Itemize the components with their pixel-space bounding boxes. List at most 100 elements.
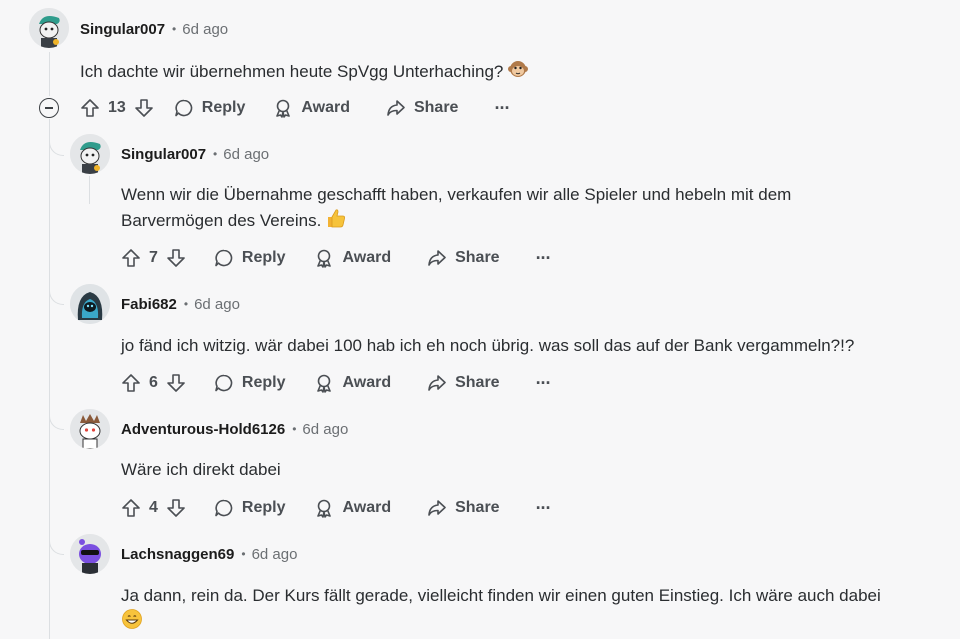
reply-button[interactable]: Reply bbox=[214, 248, 286, 268]
vote-control: 6 bbox=[121, 373, 186, 393]
monkey-face-icon bbox=[507, 58, 529, 87]
comment-bubble-icon bbox=[215, 374, 233, 392]
share-button[interactable]: Share bbox=[427, 248, 500, 268]
thread-elbow bbox=[49, 526, 64, 555]
author-link[interactable]: Singular007 bbox=[121, 146, 206, 163]
share-icon bbox=[387, 100, 405, 116]
timestamp[interactable]: 6d ago bbox=[302, 421, 348, 438]
award-button[interactable]: Award bbox=[314, 498, 391, 518]
timestamp[interactable]: 6d ago bbox=[223, 146, 269, 163]
vote-count: 6 bbox=[149, 374, 158, 391]
share-label: Share bbox=[413, 99, 459, 116]
comment-body: Wenn wir die Übernahme geschafft haben, … bbox=[121, 182, 871, 236]
comment-actions: 6 Reply Award Share ··· bbox=[121, 369, 552, 397]
upvote-icon[interactable] bbox=[121, 373, 141, 393]
separator-dot: • bbox=[292, 422, 297, 436]
timestamp[interactable]: 6d ago bbox=[182, 21, 228, 38]
collapse-thread-button[interactable] bbox=[39, 98, 59, 118]
comment-actions: 4 Reply Award Share ··· bbox=[121, 494, 552, 522]
share-icon bbox=[428, 500, 446, 516]
award-button[interactable]: Award bbox=[314, 248, 391, 268]
timestamp[interactable]: 6d ago bbox=[194, 296, 240, 313]
comment-text: jo fänd ich witzig. wär dabei 100 hab ic… bbox=[121, 336, 855, 355]
upvote-icon[interactable] bbox=[121, 248, 141, 268]
award-icon bbox=[317, 249, 332, 268]
avatar[interactable] bbox=[70, 534, 110, 574]
avatar-robot-icon bbox=[29, 8, 69, 48]
vote-count: 7 bbox=[149, 249, 158, 266]
reply-button[interactable]: Reply bbox=[214, 498, 286, 518]
more-options-button[interactable]: ··· bbox=[536, 248, 552, 269]
thread-elbow bbox=[49, 127, 64, 156]
vote-control: 7 bbox=[121, 248, 186, 268]
award-label: Award bbox=[301, 99, 350, 116]
author-link[interactable]: Lachsnaggen69 bbox=[121, 546, 234, 563]
reply-label: Reply bbox=[241, 499, 286, 516]
award-label: Award bbox=[342, 499, 392, 516]
vote-control: 13 bbox=[80, 98, 154, 118]
reply-button[interactable]: Reply bbox=[214, 373, 286, 393]
avatar-sunglasses-icon bbox=[70, 534, 110, 574]
comment-text: Wäre ich direkt dabei bbox=[121, 460, 281, 479]
thumbs-up-icon bbox=[325, 207, 347, 236]
upvote-icon[interactable] bbox=[121, 498, 141, 518]
comment-body: Ich dachte wir übernehmen heute SpVgg Un… bbox=[80, 58, 940, 87]
avatar[interactable] bbox=[70, 134, 110, 174]
share-label: Share bbox=[455, 374, 500, 391]
reply-label: Reply bbox=[201, 99, 246, 116]
comment-text: Wenn wir die Übernahme geschafft haben, … bbox=[121, 185, 792, 230]
award-icon bbox=[317, 374, 332, 393]
award-label: Award bbox=[342, 374, 392, 391]
author-link[interactable]: Adventurous-Hold6126 bbox=[121, 421, 285, 438]
comment-meta: Singular007 • 6d ago bbox=[80, 19, 228, 39]
avatar[interactable] bbox=[29, 8, 69, 48]
grinning-face-icon bbox=[121, 608, 143, 637]
avatar-robot-icon bbox=[70, 134, 110, 174]
share-button[interactable]: Share bbox=[427, 498, 500, 518]
downvote-icon[interactable] bbox=[166, 373, 186, 393]
separator-dot: • bbox=[213, 147, 218, 161]
upvote-icon[interactable] bbox=[80, 98, 100, 118]
award-icon bbox=[276, 99, 291, 118]
comment-body: Ja dann, rein da. Der Kurs fällt gerade,… bbox=[121, 583, 951, 637]
author-link[interactable]: Singular007 bbox=[80, 21, 165, 38]
thread-elbow bbox=[49, 401, 64, 430]
award-button[interactable]: Award bbox=[314, 373, 391, 393]
award-button[interactable]: Award bbox=[273, 98, 350, 118]
separator-dot: • bbox=[172, 22, 177, 36]
vote-count: 13 bbox=[108, 99, 126, 116]
award-icon bbox=[317, 499, 332, 518]
comment-meta: Singular007 • 6d ago bbox=[121, 144, 269, 164]
more-options-button[interactable]: ··· bbox=[535, 372, 552, 394]
share-button[interactable]: Share bbox=[386, 98, 458, 118]
comment-text: Ja dann, rein da. Der Kurs fällt gerade,… bbox=[121, 586, 881, 605]
more-options-icon: ··· bbox=[535, 372, 552, 393]
more-options-button[interactable]: ··· bbox=[535, 497, 552, 519]
comment-meta: Fabi682 • 6d ago bbox=[121, 294, 240, 314]
thread-line-root bbox=[49, 52, 50, 96]
separator-dot: • bbox=[183, 297, 189, 311]
avatar[interactable] bbox=[70, 284, 110, 324]
share-label: Share bbox=[455, 499, 500, 516]
more-options-button[interactable]: ··· bbox=[494, 98, 510, 119]
avatar-hooded-icon bbox=[70, 284, 110, 324]
more-options-icon: ··· bbox=[535, 497, 552, 518]
downvote-icon[interactable] bbox=[134, 98, 154, 118]
minus-icon bbox=[45, 107, 53, 109]
reply-label: Reply bbox=[241, 249, 286, 266]
comment-body: Wäre ich direkt dabei bbox=[121, 457, 951, 482]
downvote-icon[interactable] bbox=[166, 248, 186, 268]
comment-text: Ich dachte wir übernehmen heute SpVgg Un… bbox=[80, 62, 504, 81]
vote-count: 4 bbox=[149, 499, 158, 516]
comment-bubble-icon bbox=[174, 99, 193, 117]
avatar[interactable] bbox=[70, 409, 110, 449]
share-icon bbox=[428, 375, 446, 391]
share-label: Share bbox=[455, 249, 500, 266]
reply-label: Reply bbox=[241, 374, 286, 391]
downvote-icon[interactable] bbox=[166, 498, 186, 518]
comment-actions: 7 Reply Award Share ··· bbox=[121, 244, 552, 272]
timestamp[interactable]: 6d ago bbox=[252, 546, 298, 563]
author-link[interactable]: Fabi682 bbox=[121, 296, 177, 313]
reply-button[interactable]: Reply bbox=[174, 98, 246, 118]
share-button[interactable]: Share bbox=[427, 373, 500, 393]
